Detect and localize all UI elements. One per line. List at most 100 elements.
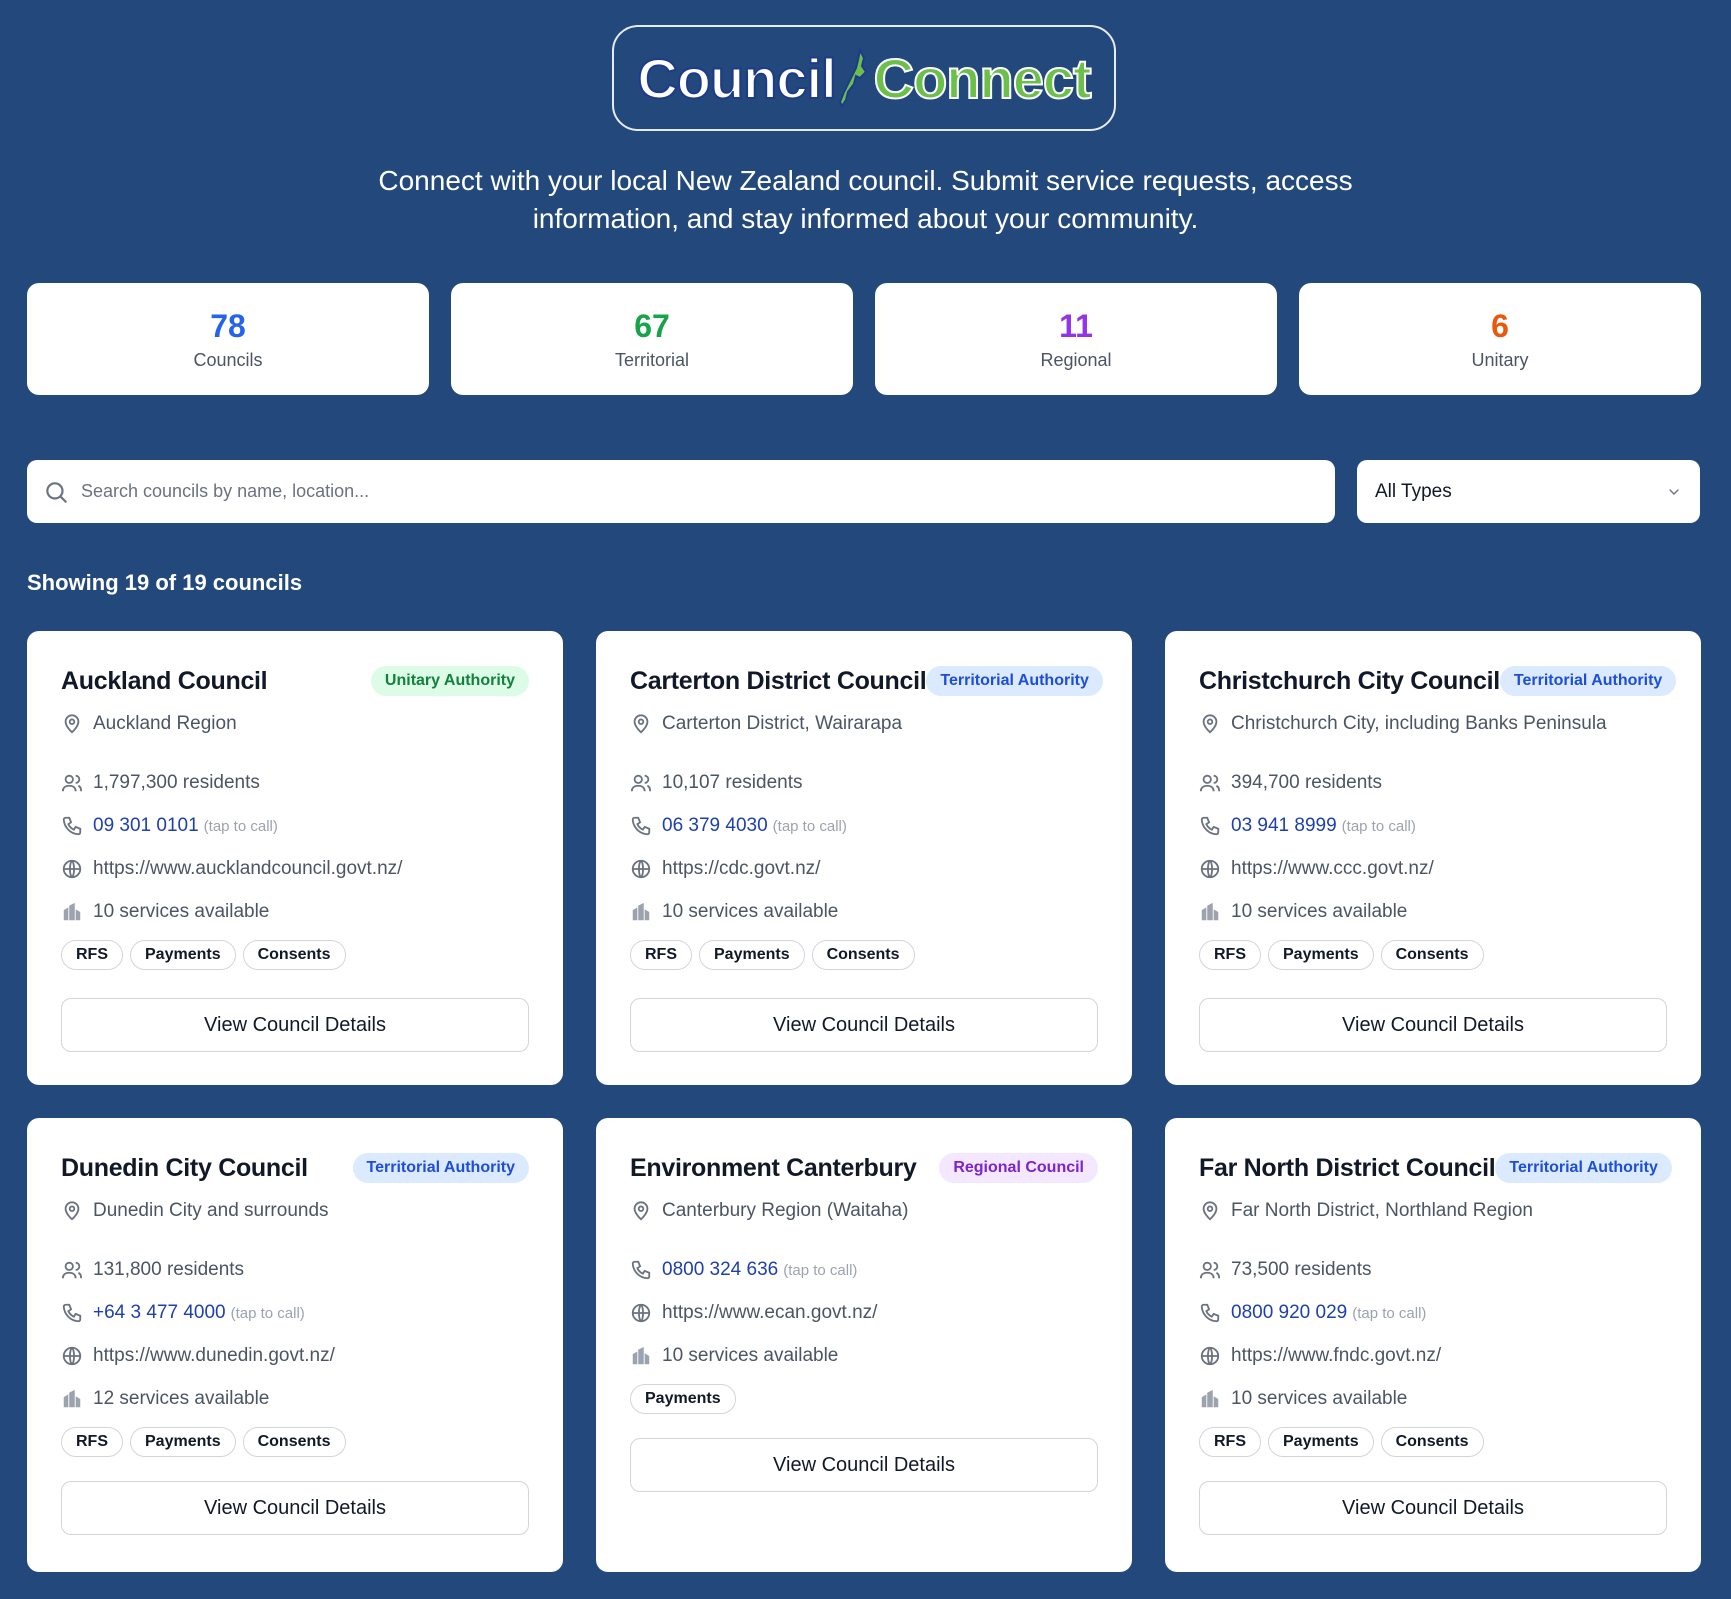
chevron-down-icon bbox=[1669, 488, 1679, 495]
map-pin-icon bbox=[64, 1201, 80, 1221]
service-tag: RFS bbox=[61, 1427, 123, 1457]
council-location: Far North District, Northland Region bbox=[1199, 1200, 1667, 1222]
stat-value: 11 bbox=[1059, 307, 1093, 344]
service-tags: Payments bbox=[630, 1384, 1098, 1414]
view-council-details-button[interactable]: View Council Details bbox=[1199, 998, 1667, 1052]
users-icon bbox=[1199, 774, 1221, 792]
search-icon bbox=[46, 481, 67, 503]
map-pin-icon bbox=[64, 714, 80, 734]
council-website[interactable]: https://cdc.govt.nz/ bbox=[630, 858, 1098, 880]
tap-hint: (tap to call) bbox=[203, 817, 278, 835]
phone-link[interactable]: 03 941 8999 bbox=[1231, 815, 1337, 837]
council-location: Canterbury Region (Waitaha) bbox=[630, 1200, 1098, 1222]
phone-link[interactable]: 0800 324 636 bbox=[662, 1259, 778, 1281]
globe-icon bbox=[631, 859, 651, 879]
council-card: Environment Canterbury Regional Council … bbox=[596, 1118, 1132, 1572]
council-type-badge: Regional Council bbox=[939, 1153, 1098, 1183]
council-website[interactable]: https://www.ecan.govt.nz/ bbox=[630, 1302, 1098, 1324]
council-name: Carterton District Council bbox=[630, 666, 927, 695]
globe-icon bbox=[62, 1346, 82, 1366]
service-tag: Payments bbox=[699, 940, 805, 970]
map-pin-icon bbox=[1202, 1201, 1218, 1221]
building-icon bbox=[632, 902, 650, 921]
map-pin-icon bbox=[633, 1201, 649, 1221]
type-filter-select[interactable]: All Types bbox=[1357, 460, 1700, 523]
phone-link[interactable]: 0800 920 029 bbox=[1231, 1302, 1347, 1324]
website-link[interactable]: https://www.aucklandcouncil.govt.nz/ bbox=[93, 858, 402, 880]
website-link[interactable]: https://www.ecan.govt.nz/ bbox=[662, 1302, 877, 1324]
council-phone[interactable]: 06 379 4030 (tap to call) bbox=[630, 815, 1098, 837]
council-type-badge: Territorial Authority bbox=[1499, 666, 1677, 696]
council-grid: Auckland Council Unitary Authority Auckl… bbox=[27, 631, 1701, 1572]
globe-icon bbox=[62, 859, 82, 879]
service-tag: RFS bbox=[630, 940, 692, 970]
council-website[interactable]: https://www.ccc.govt.nz/ bbox=[1199, 858, 1667, 880]
service-tags: RFS Payments Consents bbox=[61, 1427, 529, 1457]
council-phone[interactable]: 09 301 0101 (tap to call) bbox=[61, 815, 529, 837]
view-council-details-button[interactable]: View Council Details bbox=[61, 1481, 529, 1535]
building-icon bbox=[63, 902, 81, 921]
council-services: 10 services available bbox=[1199, 1388, 1667, 1410]
service-tag: Consents bbox=[242, 1427, 346, 1457]
website-link[interactable]: https://cdc.govt.nz/ bbox=[662, 858, 820, 880]
service-tags: RFS Payments Consents bbox=[1199, 940, 1667, 970]
council-website[interactable]: https://www.aucklandcouncil.govt.nz/ bbox=[61, 858, 529, 880]
council-website[interactable]: https://www.dunedin.govt.nz/ bbox=[61, 1345, 529, 1367]
council-card: Christchurch City Council Territorial Au… bbox=[1165, 631, 1701, 1085]
users-icon bbox=[630, 774, 652, 792]
nz-map-icon bbox=[838, 48, 867, 108]
council-phone[interactable]: 0800 324 636 (tap to call) bbox=[630, 1259, 1098, 1281]
council-phone[interactable]: 0800 920 029 (tap to call) bbox=[1199, 1302, 1667, 1324]
service-tag: Payments bbox=[630, 1384, 736, 1414]
council-services: 10 services available bbox=[630, 901, 1098, 923]
building-icon bbox=[1201, 1389, 1219, 1408]
phone-icon bbox=[1200, 1303, 1220, 1323]
view-council-details-button[interactable]: View Council Details bbox=[630, 1438, 1098, 1492]
council-card: Far North District Council Territorial A… bbox=[1165, 1118, 1701, 1572]
phone-link[interactable]: +64 3 477 4000 bbox=[93, 1302, 226, 1324]
council-name: Auckland Council bbox=[61, 666, 268, 695]
council-website[interactable]: https://www.fndc.govt.nz/ bbox=[1199, 1345, 1667, 1367]
phone-link[interactable]: 06 379 4030 bbox=[662, 815, 768, 837]
stat-value: 67 bbox=[634, 307, 670, 344]
tap-hint: (tap to call) bbox=[772, 817, 847, 835]
results-count: Showing 19 of 19 councils bbox=[27, 570, 303, 595]
service-tags: RFS Payments Consents bbox=[1199, 1427, 1667, 1457]
stats-row: 78 Councils 67 Territorial 11 Regional 6… bbox=[27, 283, 1701, 395]
council-residents: 1,797,300 residents bbox=[61, 772, 529, 794]
tap-hint: (tap to call) bbox=[783, 1261, 858, 1279]
council-services: 12 services available bbox=[61, 1388, 529, 1410]
stat-label: Councils bbox=[193, 349, 263, 370]
stat-label: Unitary bbox=[1471, 349, 1529, 370]
council-name: Far North District Council bbox=[1199, 1153, 1496, 1182]
council-type-badge: Unitary Authority bbox=[370, 666, 529, 696]
website-link[interactable]: https://www.ccc.govt.nz/ bbox=[1231, 858, 1434, 880]
phone-link[interactable]: 09 301 0101 bbox=[93, 815, 199, 837]
council-name: Environment Canterbury bbox=[630, 1153, 917, 1182]
service-tag: Payments bbox=[130, 1427, 236, 1457]
council-location: Christchurch City, including Banks Penin… bbox=[1199, 713, 1667, 735]
council-location: Carterton District, Wairarapa bbox=[630, 713, 1098, 735]
website-link[interactable]: https://www.fndc.govt.nz/ bbox=[1231, 1345, 1441, 1367]
service-tag: Consents bbox=[1380, 1427, 1484, 1457]
website-link[interactable]: https://www.dunedin.govt.nz/ bbox=[93, 1345, 335, 1367]
view-council-details-button[interactable]: View Council Details bbox=[630, 998, 1098, 1052]
phone-icon bbox=[62, 816, 82, 836]
building-icon bbox=[632, 1346, 650, 1365]
view-council-details-button[interactable]: View Council Details bbox=[61, 998, 529, 1052]
service-tag: Consents bbox=[811, 940, 915, 970]
service-tag: Consents bbox=[242, 940, 346, 970]
logo-text-council: Council bbox=[636, 46, 837, 111]
council-phone[interactable]: +64 3 477 4000 (tap to call) bbox=[61, 1302, 529, 1324]
logo-text-connect: Connect bbox=[873, 46, 1093, 111]
view-council-details-button[interactable]: View Council Details bbox=[1199, 1481, 1667, 1535]
globe-icon bbox=[1200, 1346, 1220, 1366]
council-name: Christchurch City Council bbox=[1199, 666, 1500, 695]
stat-regional: 11 Regional bbox=[875, 283, 1277, 395]
globe-icon bbox=[631, 1303, 651, 1323]
map-pin-icon bbox=[1202, 714, 1218, 734]
search-input[interactable] bbox=[81, 481, 1281, 502]
council-residents: 394,700 residents bbox=[1199, 772, 1667, 794]
council-phone[interactable]: 03 941 8999 (tap to call) bbox=[1199, 815, 1667, 837]
council-card: Carterton District Council Territorial A… bbox=[596, 631, 1132, 1085]
